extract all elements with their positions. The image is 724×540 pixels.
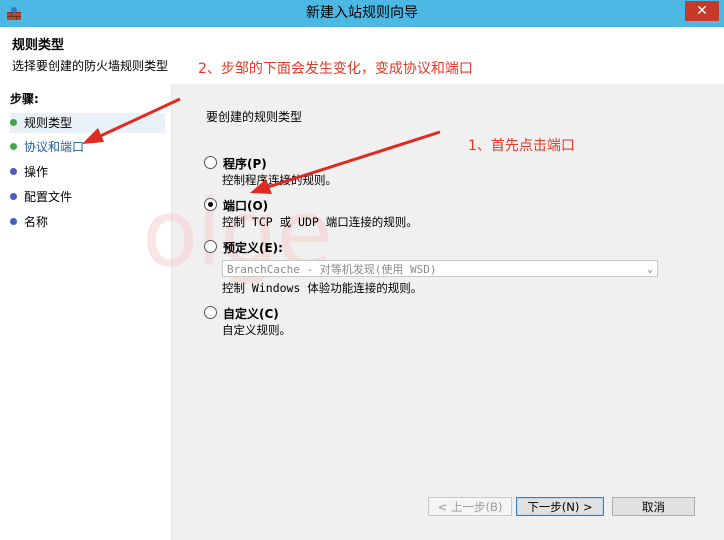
page-title: 规则类型 <box>12 38 65 53</box>
steps-title: 步骤: <box>10 92 39 106</box>
option-label: 端口(O) <box>223 199 269 213</box>
radio-port[interactable] <box>204 198 217 211</box>
step-name[interactable]: 名称 <box>10 212 48 232</box>
step-label: 协议和端口 <box>24 140 85 154</box>
radio-custom[interactable] <box>204 306 217 319</box>
radio-program[interactable] <box>204 156 217 169</box>
steps-sidebar: 步骤: 规则类型 协议和端口 操作 配置文件 名称 <box>0 84 172 540</box>
rule-type-question: 要创建的规则类型 <box>206 110 303 124</box>
step-label: 规则类型 <box>24 116 73 130</box>
step-action[interactable]: 操作 <box>10 162 48 182</box>
radio-predefined[interactable] <box>204 240 217 253</box>
option-program-desc: 控制程序连接的规则。 <box>222 173 337 187</box>
predefined-select-value: BranchCache - 对等机发现(使用 WSD) <box>227 263 437 276</box>
title-bar: 新建入站规则向导 ✕ <box>0 0 724 27</box>
cancel-button[interactable]: 取消 <box>612 497 695 516</box>
next-button[interactable]: 下一步(N) > <box>516 497 604 516</box>
step-dot-icon <box>10 218 17 225</box>
step-label: 操作 <box>24 165 49 179</box>
option-label: 程序(P) <box>223 157 267 171</box>
page-subtitle: 选择要创建的防火墙规则类型 <box>12 59 169 73</box>
option-label: 自定义(C) <box>223 307 279 321</box>
step-dot-icon <box>10 119 17 126</box>
annotation-click-port: 1、首先点击端口 <box>468 138 575 154</box>
step-dot-icon <box>10 168 17 175</box>
annotation-step-change: 2、步邹的下面会发生变化，变成协议和端口 <box>198 61 473 77</box>
step-label: 名称 <box>24 215 49 229</box>
option-custom[interactable]: 自定义(C) <box>204 305 279 322</box>
option-label: 预定义(E): <box>223 241 283 255</box>
option-port[interactable]: 端口(O) <box>204 197 268 214</box>
step-dot-icon <box>10 193 17 200</box>
chevron-down-icon: ⌄ <box>646 264 653 275</box>
option-program[interactable]: 程序(P) <box>204 155 267 172</box>
option-predefined[interactable]: 预定义(E): <box>204 239 283 256</box>
main-panel: olge 要创建的规则类型 程序(P) 控制程序连接的规则。 端口(O) 控制 … <box>142 84 724 540</box>
window-title: 新建入站规则向导 <box>306 5 418 21</box>
step-profile[interactable]: 配置文件 <box>10 187 72 207</box>
close-button[interactable]: ✕ <box>685 1 719 21</box>
step-rule-type[interactable]: 规则类型 <box>10 113 165 133</box>
option-port-desc: 控制 TCP 或 UDP 端口连接的规则。 <box>222 215 418 229</box>
option-custom-desc: 自定义规则。 <box>222 323 291 337</box>
back-button[interactable]: < 上一步(B) <box>428 497 512 516</box>
step-label: 配置文件 <box>24 190 73 204</box>
step-dot-icon <box>10 143 17 150</box>
option-predefined-desc: 控制 Windows 体验功能连接的规则。 <box>222 281 423 295</box>
step-protocol-port[interactable]: 协议和端口 <box>10 137 84 157</box>
predefined-select[interactable]: BranchCache - 对等机发现(使用 WSD) ⌄ <box>222 260 658 277</box>
